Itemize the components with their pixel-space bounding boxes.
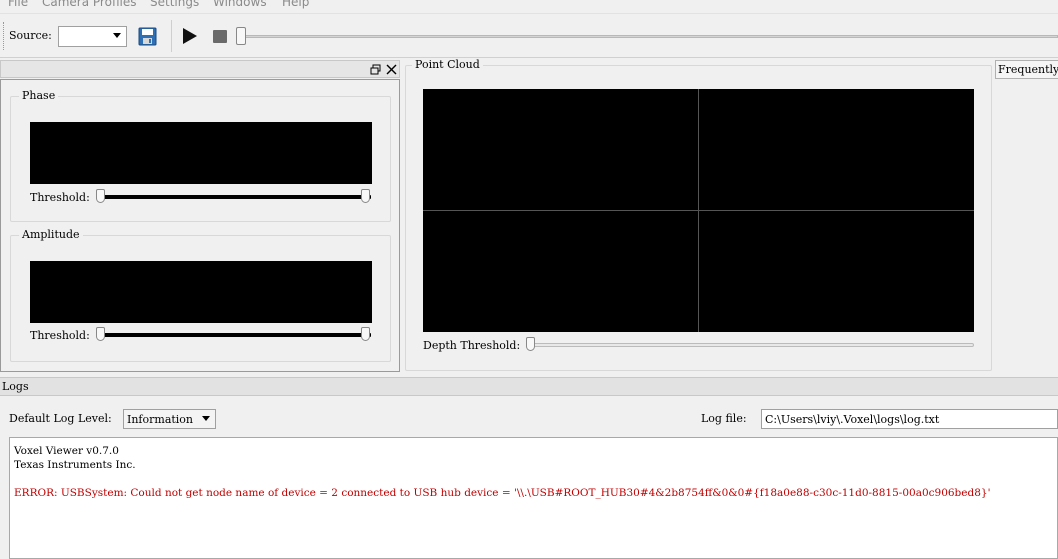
- menu-file[interactable]: File: [8, 0, 28, 9]
- amplitude-display: [30, 261, 372, 323]
- source-select[interactable]: [58, 26, 127, 47]
- tab-frequently[interactable]: Frequently: [995, 60, 1058, 79]
- logs-title: Logs: [2, 380, 29, 393]
- toolbar: Source:: [0, 13, 1058, 58]
- left-dock-panel: Phase Threshold: Amplitude Threshold:: [0, 79, 400, 372]
- grid-line-horizontal: [423, 210, 974, 211]
- amplitude-threshold-track[interactable]: [101, 333, 371, 337]
- phase-title: Phase: [19, 89, 59, 102]
- close-icon[interactable]: [386, 64, 397, 75]
- phase-threshold-min-handle[interactable]: [96, 189, 105, 203]
- log-line: Voxel Viewer v0.7.0: [14, 445, 119, 457]
- amplitude-threshold-min-handle[interactable]: [96, 327, 105, 341]
- point-cloud-view[interactable]: [423, 89, 974, 332]
- chevron-down-icon: [113, 33, 121, 38]
- menu-camera-profiles[interactable]: Camera Profiles: [42, 0, 136, 9]
- menu-windows[interactable]: Windows: [213, 0, 267, 9]
- phase-threshold-track[interactable]: [101, 195, 371, 199]
- log-file-label: Log file:: [701, 412, 747, 425]
- depth-threshold-track[interactable]: [530, 343, 974, 347]
- log-line: Texas Instruments Inc.: [14, 459, 136, 471]
- save-button[interactable]: [137, 26, 158, 47]
- menu-help[interactable]: Help: [282, 0, 309, 9]
- log-file-value: C:\Users\lviy\.Voxel\logs\log.txt: [765, 413, 940, 426]
- phase-display: [30, 122, 372, 184]
- log-level-value: Information: [127, 413, 194, 426]
- menu-settings[interactable]: Settings: [150, 0, 199, 9]
- stop-icon: [213, 30, 227, 43]
- phase-threshold-label: Threshold:: [30, 191, 90, 204]
- point-cloud-group: Point Cloud Depth Threshold:: [405, 58, 992, 371]
- amplitude-threshold-max-handle[interactable]: [361, 327, 370, 341]
- log-output[interactable]: Voxel Viewer v0.7.0 Texas Instruments In…: [9, 437, 1058, 559]
- restore-window-icon[interactable]: [370, 64, 381, 75]
- phase-threshold-max-handle[interactable]: [361, 189, 370, 203]
- tab-frequently-label: Frequently: [998, 63, 1058, 76]
- frame-slider-track[interactable]: [240, 35, 1058, 38]
- left-dock-titlebar: [0, 60, 400, 78]
- log-line-error: ERROR: USBSystem: Could not get node nam…: [14, 487, 991, 499]
- depth-threshold-handle[interactable]: [526, 337, 535, 351]
- chevron-down-icon: [202, 416, 210, 421]
- toolbar-grip[interactable]: [3, 22, 5, 50]
- log-level-select[interactable]: Information: [123, 409, 216, 429]
- logs-dock-titlebar: Logs: [0, 377, 1058, 396]
- point-cloud-title: Point Cloud: [412, 58, 483, 71]
- frame-slider-handle[interactable]: [236, 27, 246, 45]
- floppy-disk-icon: [138, 27, 157, 46]
- menu-bar: File Camera Profiles Settings Windows He…: [0, 0, 1058, 12]
- depth-threshold-label: Depth Threshold:: [423, 339, 521, 352]
- log-file-field[interactable]: C:\Users\lviy\.Voxel\logs\log.txt: [761, 409, 1058, 429]
- play-icon: [183, 28, 197, 44]
- amplitude-group: Amplitude Threshold:: [10, 228, 391, 362]
- amplitude-title: Amplitude: [19, 228, 83, 241]
- source-label: Source:: [9, 29, 52, 42]
- log-level-label: Default Log Level:: [9, 412, 112, 425]
- amplitude-threshold-label: Threshold:: [30, 329, 90, 342]
- phase-group: Phase Threshold:: [10, 89, 391, 222]
- stop-button[interactable]: [211, 27, 229, 45]
- play-button[interactable]: [180, 26, 200, 46]
